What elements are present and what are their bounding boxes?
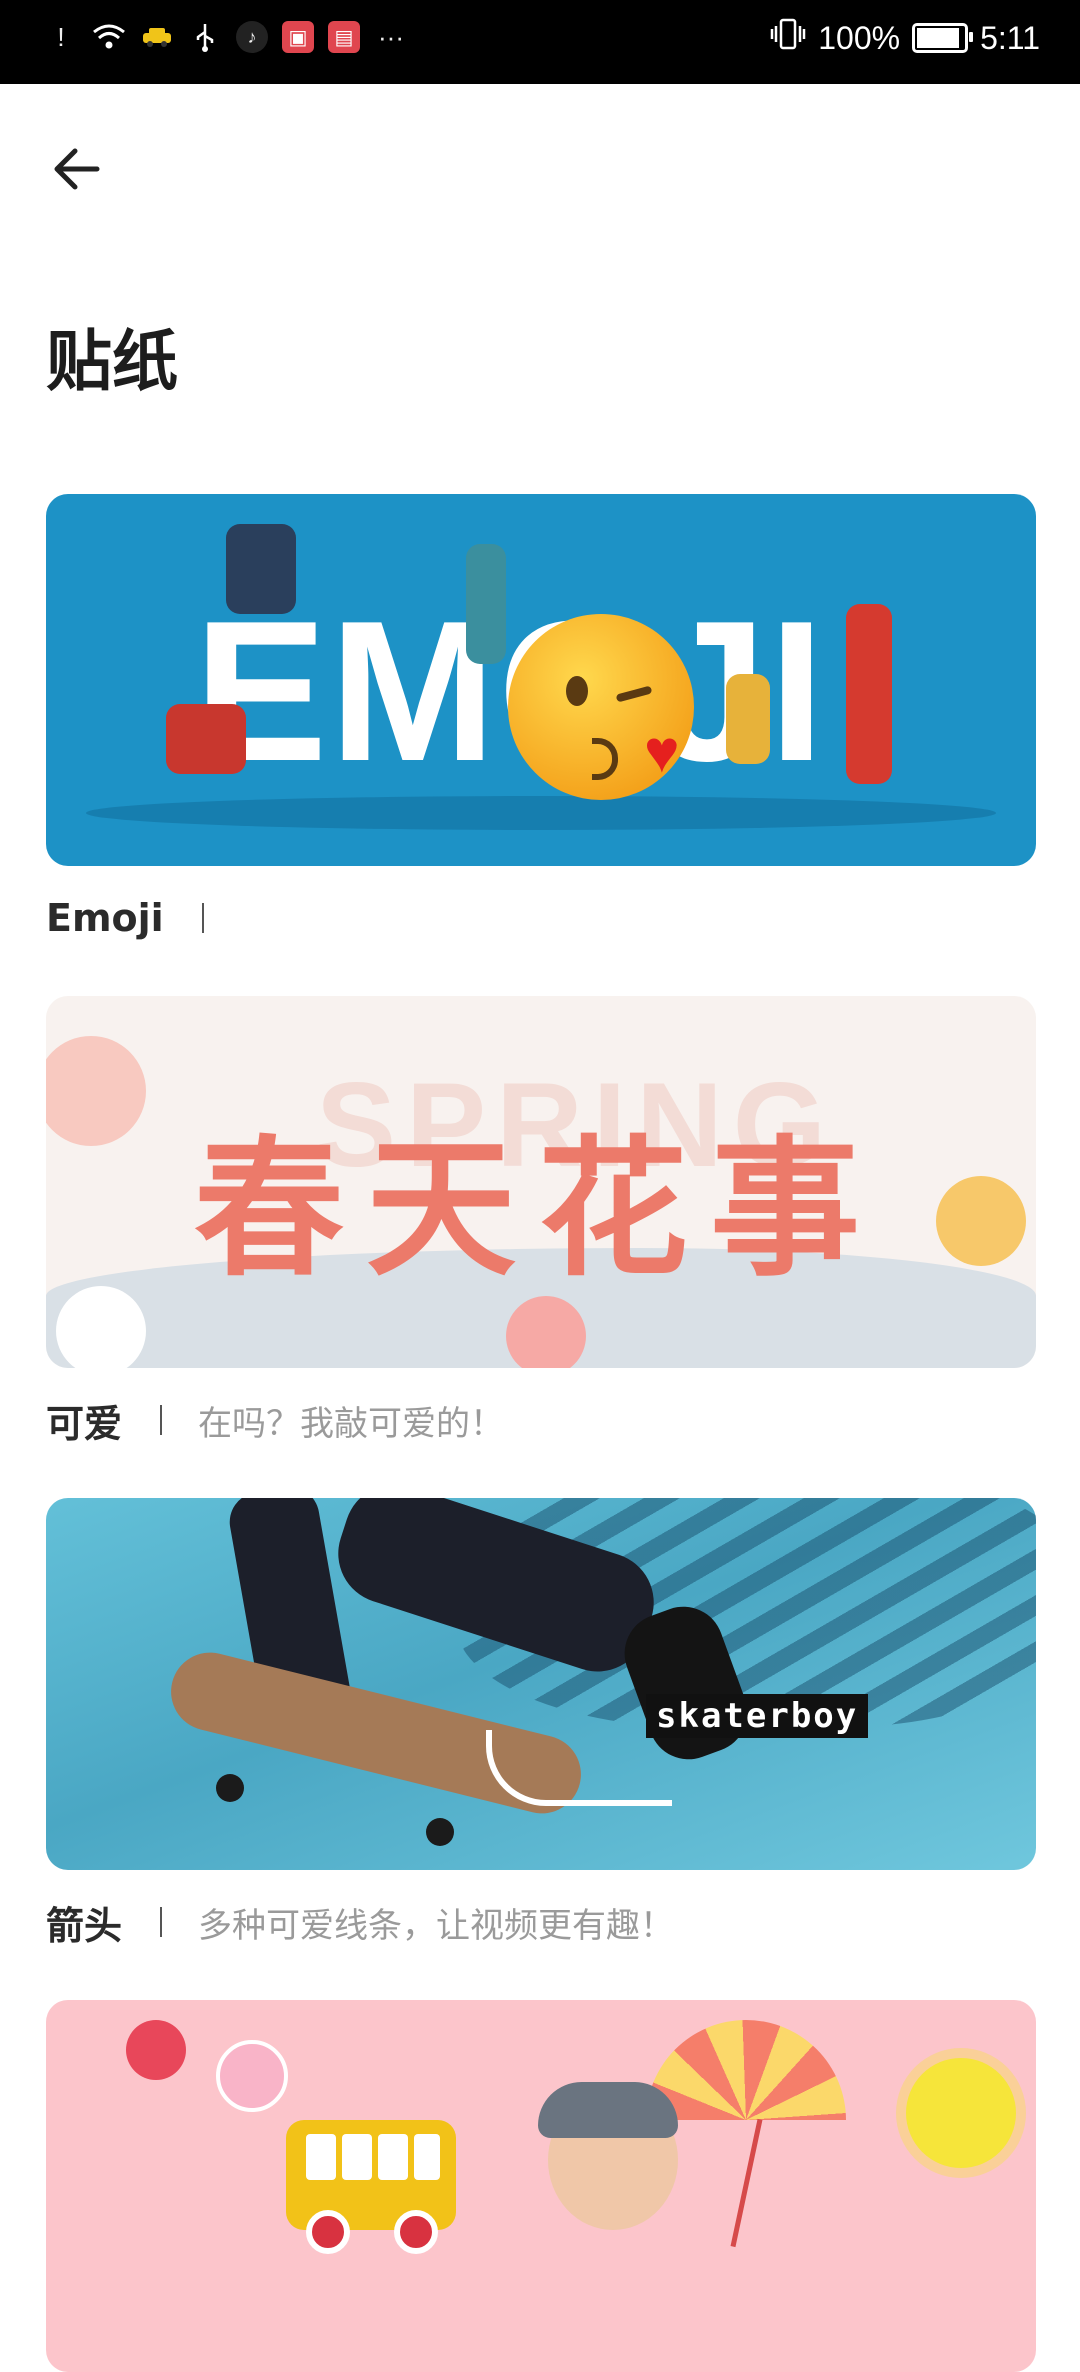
arrow-left-icon: [54, 148, 100, 190]
shopping-app-icon: ▣: [282, 21, 314, 53]
usb-icon: [188, 20, 222, 54]
banner-title: 春天花事: [194, 1123, 883, 1297]
sticker-card-cute[interactable]: SPRING 春天花事 可爱 在吗？我敲可爱的！: [46, 996, 1036, 1446]
flower-icon: [936, 1176, 1026, 1266]
card-caption: 箭头 多种可爱线条，让视频更有趣！: [46, 1892, 674, 1952]
wifi-icon: [92, 20, 126, 54]
alert-icon: !: [57, 21, 65, 52]
sticker-card-arrow[interactable]: skaterboy 箭头 多种可爱线条，让视频更有趣！: [46, 1498, 1036, 1948]
sticker-card-emoji[interactable]: EMOJI ♥ Emoji: [46, 494, 1036, 940]
book-app-icon: ▤: [328, 21, 360, 53]
arrow-doodle-icon: [486, 1730, 672, 1806]
tiktok-icon: ♪: [236, 21, 268, 53]
card-description: 在吗？我敲可爱的！: [198, 1403, 505, 1444]
flower-icon: [46, 1036, 146, 1146]
divider: [201, 903, 204, 933]
sticker-card-kids[interactable]: [46, 2000, 1036, 2372]
divider: [160, 1907, 163, 1937]
kids-banner-image[interactable]: [46, 2000, 1036, 2372]
card-caption: 可爱 在吗？我敲可爱的！: [46, 1390, 504, 1450]
person-illustration: [166, 704, 246, 774]
battery-icon: [912, 23, 974, 53]
divider: [160, 1405, 163, 1435]
status-icons-left: ! ♪ ▣ ▤ ···: [44, 20, 408, 54]
flower-icon: [126, 2020, 186, 2080]
page-title: 贴纸: [46, 323, 178, 400]
wheel: [426, 1818, 454, 1846]
crying-sun-icon: [906, 2058, 1016, 2168]
umbrella-icon: [646, 2020, 846, 2120]
emoji-banner-image[interactable]: EMOJI ♥: [46, 494, 1036, 866]
back-button[interactable]: [40, 132, 114, 206]
more-icon: ···: [378, 21, 404, 52]
flower-icon: [216, 2040, 288, 2112]
flower-icon: [506, 1296, 586, 1368]
status-bar: ! ♪ ▣ ▤ ··· 100% 5:11: [0, 0, 1080, 84]
flower-icon: [56, 1286, 146, 1368]
card-name: 可爱: [46, 1401, 123, 1446]
person-illustration: [466, 544, 506, 664]
bus-icon: [286, 2120, 456, 2254]
card-name: 箭头: [46, 1903, 123, 1948]
person-illustration: [726, 674, 770, 764]
wheel: [216, 1774, 244, 1802]
person-illustration: [846, 604, 892, 784]
spring-banner-image[interactable]: SPRING 春天花事: [46, 996, 1036, 1368]
clock: 5:11: [980, 19, 1040, 56]
battery-percent: 100%: [818, 19, 901, 56]
vibrate-icon: [770, 18, 806, 58]
umbrella-stick: [730, 2118, 763, 2248]
heart-icon: ♥: [644, 718, 680, 785]
skater-banner-image[interactable]: skaterboy: [46, 1498, 1036, 1870]
card-name: Emoji: [46, 896, 164, 940]
banner-label: skaterboy: [646, 1694, 869, 1738]
status-icons-right: 100% 5:11: [770, 18, 1040, 58]
person-illustration: [226, 524, 296, 614]
cap-icon: [538, 2082, 678, 2138]
card-caption: Emoji: [46, 888, 240, 948]
card-description: 多种可爱线条，让视频更有趣！: [198, 1905, 675, 1946]
taxi-app-icon: [140, 20, 174, 54]
